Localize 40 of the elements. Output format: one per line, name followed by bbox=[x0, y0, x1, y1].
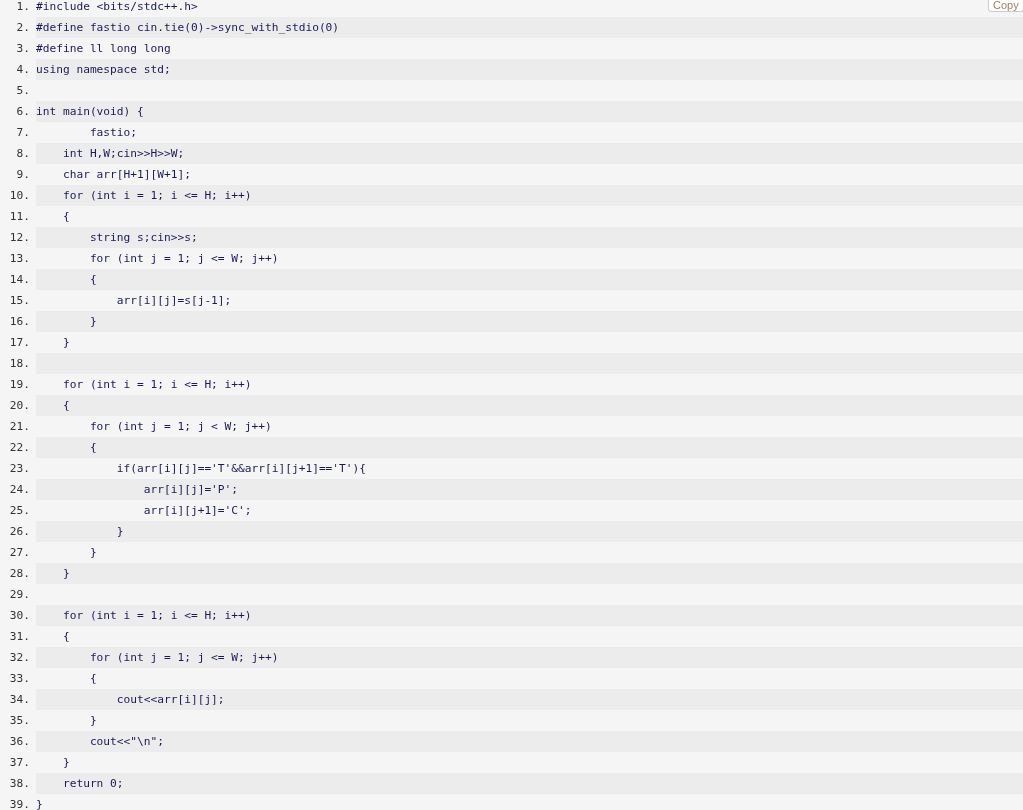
line-number: 32. bbox=[8, 650, 31, 666]
line-number: 30. bbox=[8, 608, 31, 624]
line-number: 34. bbox=[8, 692, 31, 708]
line-number: 15. bbox=[8, 293, 31, 309]
line-number: 27. bbox=[8, 545, 31, 561]
line-number: 2. bbox=[15, 20, 31, 36]
line-number: 18. bbox=[8, 356, 31, 372]
line-number: 3. bbox=[15, 41, 31, 57]
line-number: 1. bbox=[15, 0, 31, 15]
line-number: 20. bbox=[8, 398, 31, 414]
line-number: 7. bbox=[15, 125, 31, 141]
line-number: 35. bbox=[8, 713, 31, 729]
line-number: 14. bbox=[8, 272, 31, 288]
line-number: 12. bbox=[8, 230, 31, 246]
line-number: 39. bbox=[8, 797, 31, 810]
line-number: 19. bbox=[8, 377, 31, 393]
line-number: 38. bbox=[8, 776, 31, 792]
copy-button[interactable]: Copy bbox=[988, 0, 1023, 12]
line-number: 25. bbox=[8, 503, 31, 519]
line-number: 22. bbox=[8, 440, 31, 456]
line-number: 29. bbox=[8, 587, 31, 603]
line-number: 8. bbox=[15, 146, 31, 162]
line-number: 26. bbox=[8, 524, 31, 540]
line-number: 5. bbox=[15, 83, 31, 99]
line-number: 36. bbox=[8, 734, 31, 750]
line-number: 17. bbox=[8, 335, 31, 351]
line-number: 37. bbox=[8, 755, 31, 771]
line-number: 9. bbox=[15, 167, 31, 183]
line-number: 33. bbox=[8, 671, 31, 687]
line-number: 31. bbox=[8, 629, 31, 645]
line-number: 11. bbox=[8, 209, 31, 225]
line-number: 16. bbox=[8, 314, 31, 330]
line-number: 28. bbox=[8, 566, 31, 582]
line-number: 4. bbox=[15, 62, 31, 78]
line-number: 10. bbox=[8, 188, 31, 204]
line-number: 21. bbox=[8, 419, 31, 435]
line-number: 23. bbox=[8, 461, 31, 477]
line-number: 6. bbox=[15, 104, 31, 120]
line-number: 24. bbox=[8, 482, 31, 498]
line-number: 13. bbox=[8, 251, 31, 267]
